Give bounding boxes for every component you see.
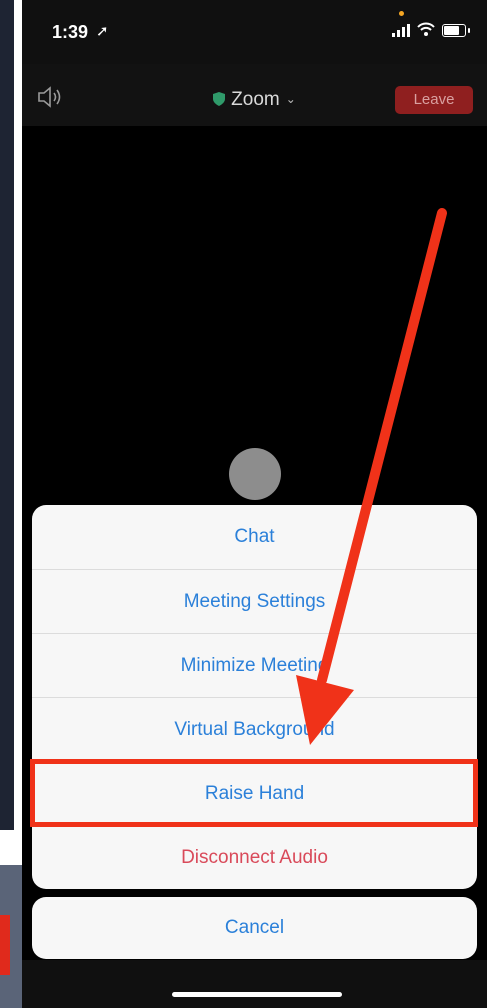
action-sheet: Chat Meeting Settings Minimize Meeting V… <box>32 505 477 889</box>
background-window-edge <box>0 0 22 1008</box>
battery-icon <box>442 24 470 37</box>
recording-indicator-dot <box>399 11 404 16</box>
meeting-settings-option[interactable]: Meeting Settings <box>32 569 477 633</box>
chevron-down-icon: ⌄ <box>285 92 296 106</box>
meeting-top-bar: Zoom ⌄ Leave <box>22 64 487 126</box>
cancel-button[interactable]: Cancel <box>32 897 477 959</box>
status-bar: 1:39 ➚ <box>22 0 487 64</box>
status-time: 1:39 <box>52 22 89 42</box>
chat-option[interactable]: Chat <box>32 505 477 569</box>
home-indicator[interactable] <box>172 992 342 997</box>
avatar <box>229 448 281 500</box>
meeting-title-text: Zoom <box>231 89 280 110</box>
background-window-red-accent <box>0 915 10 975</box>
location-arrow-icon: ➚ <box>96 23 109 40</box>
signal-icon <box>392 24 410 37</box>
meeting-bottom-toolbar <box>22 960 487 1008</box>
shield-icon <box>213 92 226 106</box>
minimize-meeting-option[interactable]: Minimize Meeting <box>32 633 477 697</box>
raise-hand-annotation-box <box>30 759 478 827</box>
wifi-icon <box>417 22 435 36</box>
virtual-background-option[interactable]: Virtual Background <box>32 697 477 761</box>
background-window-dark-edge <box>0 0 14 830</box>
disconnect-audio-option[interactable]: Disconnect Audio <box>32 825 477 889</box>
leave-button[interactable]: Leave <box>395 86 473 114</box>
phone-screen: 1:39 ➚ Zoom ⌄ Leave Chat Meeting Setting… <box>22 0 487 1008</box>
